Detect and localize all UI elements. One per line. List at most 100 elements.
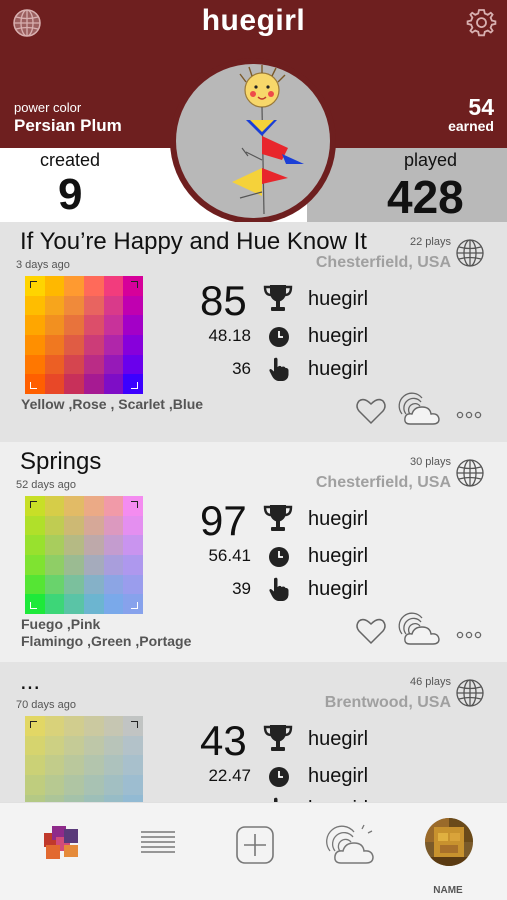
palette-swatch (25, 755, 45, 775)
created-stat[interactable]: created 9 (0, 148, 200, 222)
palette-swatch (44, 735, 65, 756)
palette-swatch (44, 295, 65, 316)
palette-swatch (83, 315, 104, 335)
globe-icon[interactable] (455, 458, 485, 488)
puzzle-title[interactable]: If You’re Happy and Hue Know It (20, 228, 367, 256)
heart-icon[interactable] (355, 616, 387, 646)
palette-swatch (44, 374, 65, 394)
avatar[interactable] (176, 64, 330, 218)
app-title: huegirl (201, 4, 306, 37)
palette-swatch (103, 755, 124, 775)
palette-swatch (83, 496, 104, 516)
palette-swatch (25, 554, 45, 575)
palette-swatch (103, 354, 124, 375)
palette-swatch (64, 496, 84, 516)
color-palette[interactable] (25, 496, 143, 614)
palette-swatch (44, 515, 65, 536)
tab-list-icon[interactable] (140, 829, 176, 860)
play-count: 22 plays (410, 236, 451, 248)
trophy-icon (262, 282, 294, 314)
best-time-user[interactable]: huegirl (308, 765, 368, 788)
palette-swatch (44, 496, 65, 516)
palette-swatch (83, 716, 104, 736)
earned-count: 54 (468, 94, 494, 120)
palette-swatch (64, 574, 84, 595)
palette-swatch (103, 574, 124, 595)
palette-swatch (25, 515, 45, 536)
weather-icon[interactable] (396, 392, 444, 428)
palette-swatch (103, 496, 124, 516)
best-taps-user[interactable]: huegirl (308, 358, 368, 381)
palette-swatch (44, 354, 65, 375)
puzzle-age: 3 days ago (16, 259, 70, 271)
weather-icon[interactable] (396, 612, 444, 648)
palette-swatch (64, 735, 84, 756)
best-taps: 39 (232, 579, 251, 598)
puzzle-age: 52 days ago (16, 479, 76, 491)
top-score-user[interactable]: huegirl (308, 508, 368, 531)
created-label: created (40, 150, 101, 170)
best-time: 56.41 (208, 546, 251, 565)
gear-icon[interactable] (466, 7, 497, 38)
heart-icon[interactable] (355, 396, 387, 426)
top-score-user[interactable]: huegirl (308, 288, 368, 311)
palette-swatch (44, 535, 65, 555)
tab-weather-icon[interactable] (326, 823, 378, 872)
puzzle-location: Chesterfield, USA (315, 254, 451, 271)
played-stat[interactable]: played 428 (307, 148, 507, 223)
palette-swatch (123, 554, 143, 575)
palette-swatch (83, 354, 104, 375)
palette-swatch (103, 374, 124, 394)
tab-create-icon[interactable] (235, 825, 275, 870)
puzzle-title[interactable]: ... (20, 668, 40, 696)
puzzle-feed[interactable]: If You’re Happy and Hue Know It 22 plays… (0, 222, 507, 802)
best-time-user[interactable]: huegirl (308, 545, 368, 568)
palette-swatch (103, 794, 124, 802)
palette-swatch (103, 535, 124, 555)
palette-swatch (83, 334, 104, 355)
puzzle-card[interactable]: If You’re Happy and Hue Know It 22 plays… (0, 222, 507, 442)
palette-swatch (123, 774, 143, 795)
palette-swatch (64, 276, 84, 296)
palette-swatch (123, 574, 143, 595)
clock-icon (268, 326, 290, 348)
palette-swatch (44, 276, 65, 296)
palette-swatch (103, 276, 124, 296)
palette-swatch (123, 755, 143, 775)
palette-swatch (64, 515, 84, 536)
top-score-user[interactable]: huegirl (308, 728, 368, 751)
palette-swatch (25, 354, 45, 375)
palette-swatch (123, 515, 143, 536)
tab-profile-avatar[interactable] (424, 817, 474, 872)
globe-icon[interactable] (455, 238, 485, 268)
palette-swatch (25, 315, 45, 335)
more-options-icon[interactable] (456, 626, 482, 639)
more-options-icon[interactable] (456, 406, 482, 419)
palette-swatch (44, 716, 65, 736)
palette-swatch (123, 315, 143, 335)
globe-icon[interactable] (455, 678, 485, 708)
palette-swatch (44, 794, 65, 802)
palette-swatch (83, 535, 104, 555)
palette-swatch (64, 554, 84, 575)
palette-swatch (103, 594, 124, 614)
best-time-user[interactable]: huegirl (308, 325, 368, 348)
puzzle-card[interactable]: ... 46 plays Brentwood, USA 70 days ago … (0, 662, 507, 802)
palette-swatch (25, 295, 45, 316)
palette-swatch (123, 535, 143, 555)
best-taps-user[interactable]: huegirl (308, 578, 368, 601)
color-names-line: Yellow ,Rose , Scarlet ,Blue (21, 396, 204, 412)
puzzle-card[interactable]: Springs 30 plays Chesterfield, USA 52 da… (0, 442, 507, 662)
power-color-label: power color (14, 100, 82, 115)
color-palette[interactable] (25, 276, 143, 394)
palette-swatch (64, 594, 84, 614)
palette-swatch (83, 594, 104, 614)
best-time: 48.18 (208, 326, 251, 345)
puzzle-title[interactable]: Springs (20, 448, 101, 476)
best-taps: 36 (232, 359, 251, 378)
tab-profile-name[interactable]: NAME (418, 885, 478, 896)
palette-swatch (44, 594, 65, 614)
color-palette[interactable] (25, 716, 143, 802)
tab-palettes-icon[interactable] (40, 823, 84, 868)
palette-swatch (25, 574, 45, 595)
